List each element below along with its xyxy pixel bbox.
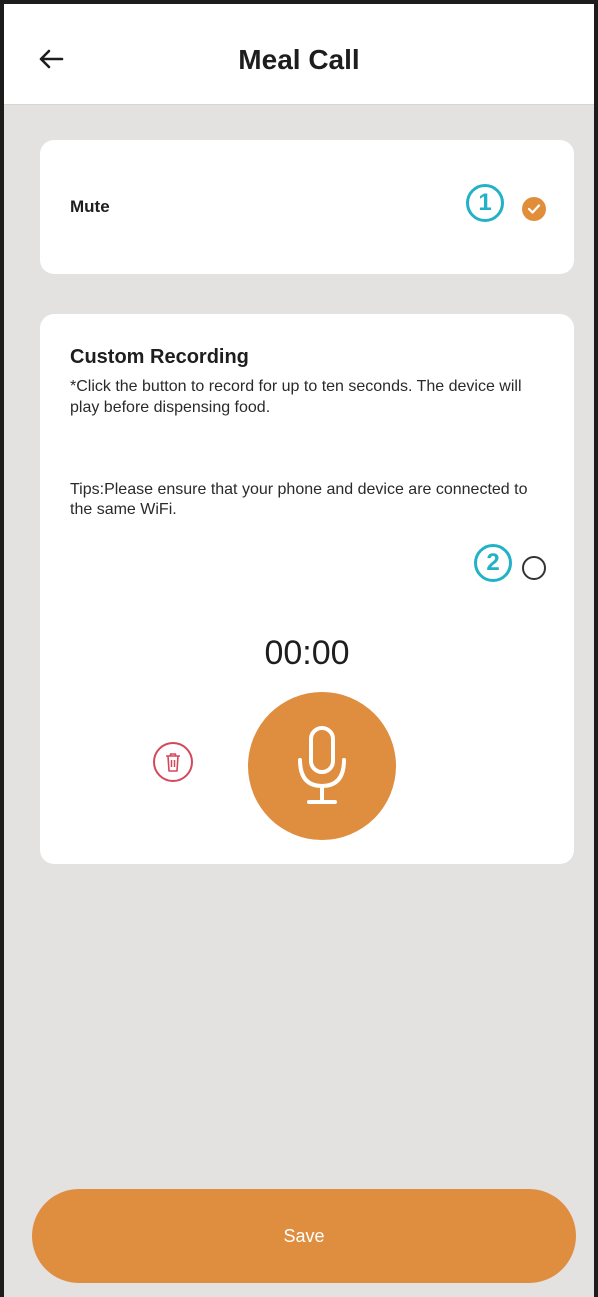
page-title: Meal Call [238, 44, 360, 75]
recording-timer: 00:00 [264, 634, 350, 672]
custom-recording-description: *Click the button to record for up to te… [70, 378, 522, 416]
mute-radio-checked[interactable] [522, 197, 546, 221]
mute-label: Mute [70, 197, 110, 216]
checkmark-icon [527, 204, 541, 214]
trash-icon [166, 753, 180, 772]
top-bar: Meal Call [4, 4, 594, 105]
app-screen: Meal Call Mute 1 Custom Recording *Click… [0, 0, 598, 1297]
record-button[interactable] [248, 692, 396, 840]
annotation-badge-1: 1 [466, 184, 504, 222]
custom-recording-radio[interactable] [522, 556, 546, 580]
annotation-badge-2: 2 [474, 544, 512, 582]
save-button[interactable]: Save [32, 1189, 576, 1283]
custom-recording-card: Custom Recording *Click the button to re… [40, 314, 574, 864]
microphone-icon [298, 726, 346, 804]
custom-recording-tips: Tips:Please ensure that your phone and d… [70, 481, 528, 518]
delete-recording-button[interactable] [153, 742, 193, 782]
custom-recording-title: Custom Recording [70, 346, 249, 368]
